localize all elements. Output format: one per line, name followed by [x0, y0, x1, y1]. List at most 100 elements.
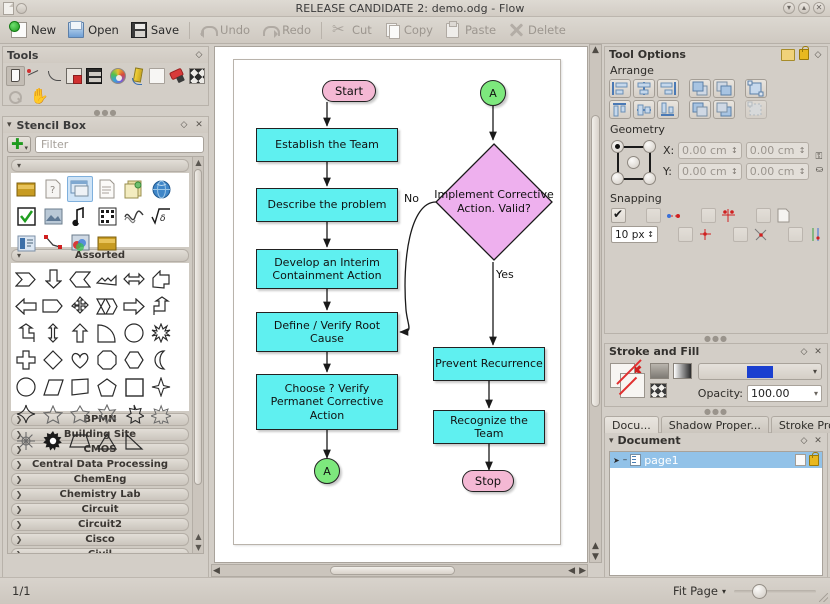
color-dropdown[interactable]: ▾ [697, 363, 822, 380]
document-close-icon[interactable]: ✕ [813, 436, 823, 446]
expand-icon[interactable]: ➤ [613, 456, 620, 465]
stencil-group-circuit2[interactable]: ❯ Circuit2 [11, 518, 189, 531]
align-top-button[interactable] [609, 100, 631, 119]
stencil-scrollbar[interactable]: ▲ ▲ ▼ [192, 157, 203, 553]
lock-ratio-icon[interactable]: ⚿ [815, 152, 823, 162]
shape-arrow-left-notch[interactable] [67, 266, 93, 292]
tool-options-options-icon[interactable]: ◇ [813, 50, 823, 60]
save-button[interactable]: Save [125, 19, 185, 41]
select-tool-button[interactable] [6, 66, 25, 86]
group-button[interactable] [745, 79, 767, 98]
tools-panel-options-icon[interactable]: ◇ [194, 50, 204, 60]
anchor-point-selector[interactable] [611, 140, 657, 186]
shape-chevron-right[interactable] [13, 266, 39, 292]
shape-pennant[interactable] [40, 293, 66, 319]
align-center-horizontal-button[interactable] [633, 79, 655, 98]
shape-arrow-bent-right[interactable] [148, 293, 174, 319]
shape-moon[interactable] [148, 347, 174, 373]
shape-circle2[interactable] [13, 374, 39, 400]
shape-arrow-up-down[interactable] [40, 320, 66, 346]
node-connector-a-top[interactable]: A [480, 80, 506, 106]
shape-cross-plus[interactable] [13, 347, 39, 373]
gold-box-icon[interactable] [13, 176, 39, 202]
canvas-horizontal-scrollbar[interactable]: ◀ ◀ ▶ [211, 564, 588, 577]
snapping-enable-checkbox[interactable] [611, 207, 626, 223]
align-bottom-button[interactable] [657, 100, 679, 119]
stencil-filter-input[interactable]: Filter [35, 136, 204, 153]
snapshot-icon[interactable] [781, 48, 795, 61]
stencil-scroll-thumb[interactable] [194, 169, 202, 485]
scroll-left-icon[interactable]: ◀ [213, 566, 220, 576]
pattern-button[interactable] [649, 383, 667, 398]
shape-right-triangle[interactable] [121, 428, 147, 454]
gold-box2-icon[interactable] [94, 230, 120, 256]
shape-star-6[interactable] [94, 401, 120, 427]
open-button[interactable]: Open [62, 19, 125, 41]
film-tool-button[interactable] [85, 66, 104, 86]
anchor-top-right[interactable] [643, 140, 656, 153]
shape-cross-arrows[interactable] [67, 293, 93, 319]
shape-arrow-double-curved[interactable] [94, 266, 120, 292]
stencil-group-chemeng[interactable]: ❯ ChemEng [11, 473, 189, 486]
stroke-fill-close-icon[interactable]: ✕ [813, 347, 823, 357]
bring-forward-button[interactable] [713, 79, 735, 98]
shape-burst-8[interactable] [148, 320, 174, 346]
close-button[interactable]: ✕ [813, 2, 825, 14]
node-implement-corrective-action-valid[interactable]: Implement Corrective Action. Valid? [434, 142, 554, 262]
page-tool-button[interactable] [148, 66, 167, 86]
lock-icon[interactable] [799, 46, 809, 60]
snap-to-midpoints-checkbox[interactable] [678, 227, 693, 242]
snap-distance-select[interactable]: 10 px ↕ [611, 226, 658, 243]
shape-hexagon[interactable] [121, 347, 147, 373]
shape-arrow-bent-left[interactable] [13, 320, 39, 346]
node-establish-the-team[interactable]: Establish the Team [256, 128, 398, 162]
tab-stroke-properties[interactable]: Stroke Proper... [770, 416, 830, 433]
stencil-group-cisco[interactable]: ❯ Cisco [11, 533, 189, 546]
shape-star-4[interactable] [13, 401, 39, 427]
scroll-up2-icon[interactable]: ▲ [592, 541, 599, 551]
shape-trapezoid[interactable] [67, 428, 93, 454]
sheet-icon[interactable] [795, 454, 806, 466]
shape-quarter-circle[interactable] [94, 320, 120, 346]
copy-button[interactable]: Copy [378, 19, 439, 41]
checker-tool-button[interactable] [187, 66, 206, 86]
lock-ratio-icon-2[interactable]: ⛀ [815, 165, 823, 175]
tab-document[interactable]: Docu... [604, 416, 659, 433]
new-button[interactable]: New [5, 19, 62, 41]
shape-star-12[interactable] [13, 428, 39, 454]
align-right-button[interactable] [657, 79, 679, 98]
cut-button[interactable]: Cut [326, 19, 378, 41]
canvas-vscroll-thumb[interactable] [591, 115, 600, 407]
pan-tool-button[interactable] [27, 87, 49, 108]
app-menu-icon[interactable] [16, 2, 27, 14]
tab-shadow-properties[interactable]: Shadow Proper... [660, 416, 769, 433]
zoom-tool-button[interactable] [6, 88, 26, 108]
shape-arrow-up-fat[interactable] [67, 320, 93, 346]
connector-icon[interactable] [40, 230, 66, 256]
stencil-options-icon[interactable]: ◇ [179, 120, 189, 130]
list-item-page1[interactable]: ➤ – page1 [610, 452, 822, 468]
qrcode-icon[interactable] [94, 203, 120, 229]
bring-to-front-button[interactable] [689, 79, 711, 98]
document-page-list[interactable]: ➤ – page1 [609, 451, 823, 576]
shape-arrow-left-fat[interactable] [13, 293, 39, 319]
color-photo-icon[interactable] [67, 230, 93, 256]
delete-button[interactable]: Delete [502, 19, 572, 41]
shape-triangle[interactable] [94, 428, 120, 454]
maximize-button[interactable]: ▴ [798, 2, 810, 14]
dock-splitter-left[interactable]: ●●● [0, 108, 211, 117]
shape-star-4-thin[interactable] [148, 374, 174, 400]
shape-pentagon[interactable] [94, 374, 120, 400]
send-to-back-button[interactable] [713, 100, 735, 119]
shape-arrow-down-block[interactable] [40, 266, 66, 292]
stencil-group-civil[interactable]: ❯Civil [11, 548, 189, 553]
shape-arrow-right-fat[interactable] [121, 293, 147, 319]
lined-page-icon[interactable] [94, 176, 120, 202]
snap-to-nodes-checkbox[interactable] [646, 208, 661, 223]
scroll-left2-icon[interactable]: ◀ [568, 566, 575, 576]
globe-icon[interactable] [148, 176, 174, 202]
node-recognize-the-team[interactable]: Recognize the Team [433, 410, 545, 444]
stencil-scroll-up-icon[interactable]: ▲ [193, 157, 203, 168]
snap-to-guides-checkbox[interactable] [788, 227, 803, 242]
node-start[interactable]: Start [322, 80, 376, 102]
